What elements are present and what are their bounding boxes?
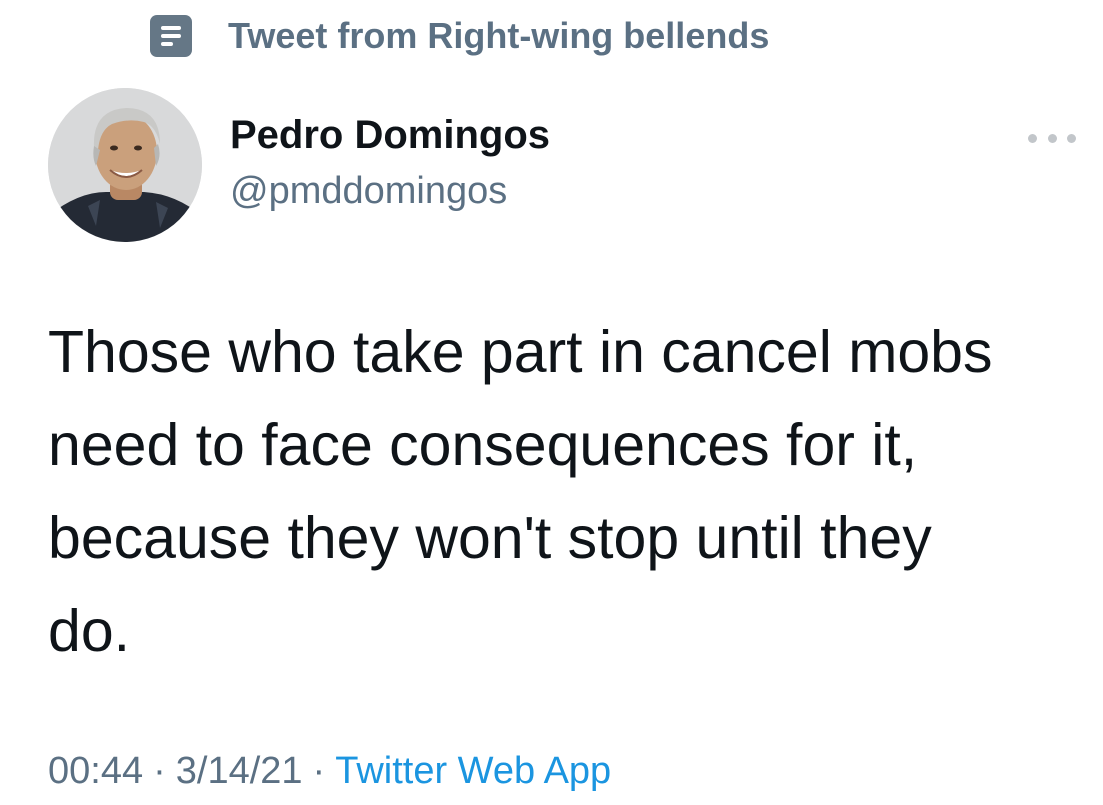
meta-separator: ·: [312, 750, 326, 792]
meta-separator: ·: [153, 750, 166, 792]
tweet-meta: 00:44 · 3/14/21 · Twitter Web App: [48, 750, 611, 793]
tweet-text: Those who take part in cancel mobs need …: [48, 306, 1078, 678]
social-context[interactable]: Tweet from Right-wing bellends: [150, 12, 769, 60]
tweet-text-line: because they won't stop until they: [48, 505, 932, 571]
avatar[interactable]: [48, 88, 202, 242]
social-context-text[interactable]: Tweet from Right-wing bellends: [228, 15, 769, 57]
list-icon: [150, 15, 192, 57]
tweet-time[interactable]: 00:44: [48, 750, 143, 792]
tweet-date[interactable]: 3/14/21: [176, 750, 303, 792]
author-handle[interactable]: @pmddomingos: [230, 170, 507, 213]
tweet-text-line: do.: [48, 598, 131, 664]
tweet-text-line: Those who take part in cancel mobs: [48, 319, 993, 385]
tweet-text-line: need to face consequences for it,: [48, 412, 918, 478]
more-horizontal-icon[interactable]: [1028, 126, 1076, 150]
author-display-name[interactable]: Pedro Domingos: [230, 113, 550, 158]
tweet-source-link[interactable]: Twitter Web App: [335, 750, 611, 792]
